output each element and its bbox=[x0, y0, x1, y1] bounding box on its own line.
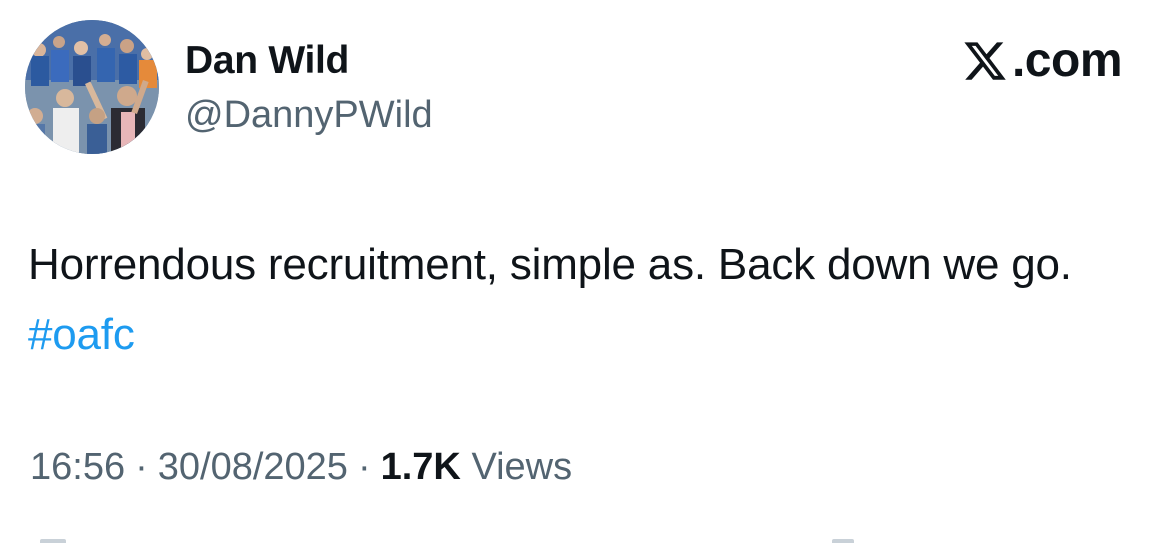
separator: · bbox=[135, 446, 148, 488]
tweet-meta: 16:56 · 30/08/2025 · 1.7K Views bbox=[30, 443, 572, 491]
action-icon-partial bbox=[832, 539, 854, 543]
views-label: Views bbox=[471, 446, 573, 488]
avatar[interactable] bbox=[25, 20, 159, 154]
separator: · bbox=[357, 446, 371, 488]
x-logo-icon bbox=[962, 38, 1008, 84]
author-display-name[interactable]: Dan Wild bbox=[185, 38, 349, 84]
brand-watermark: .com bbox=[962, 34, 1123, 87]
tweet-time[interactable]: 16:56 bbox=[30, 446, 125, 488]
brand-domain-text: .com bbox=[1011, 34, 1123, 87]
tweet-body: Horrendous recruitment, simple as. Back … bbox=[28, 230, 1138, 370]
tweet-text: Horrendous recruitment, simple as. Back … bbox=[28, 240, 1072, 289]
author-handle[interactable]: @DannyPWild bbox=[185, 92, 433, 138]
action-icon-partial bbox=[40, 539, 66, 543]
tweet-date[interactable]: 30/08/2025 bbox=[158, 446, 348, 488]
hashtag-link[interactable]: #oafc bbox=[28, 310, 135, 359]
crowd-photo-image bbox=[25, 20, 159, 154]
views-count: 1.7K bbox=[380, 446, 461, 488]
